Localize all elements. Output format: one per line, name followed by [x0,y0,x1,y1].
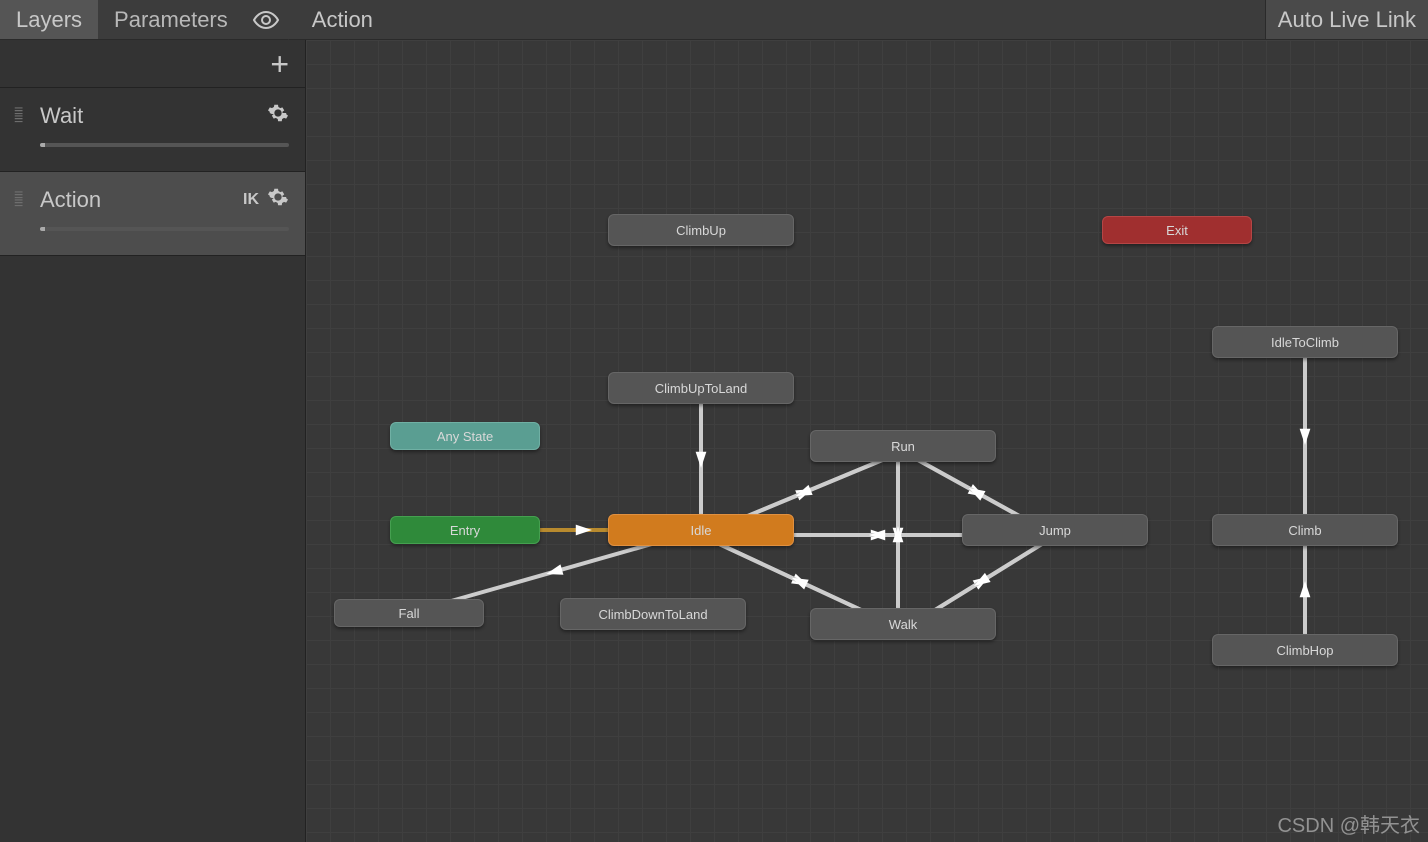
layers-sidebar: + ≡≡ Wait ≡≡ Action IK [0,40,306,842]
state-node-climbup[interactable]: ClimbUp [608,214,794,246]
animator-canvas[interactable]: CSDN @韩天衣 ClimbUp Exit IdleToClimb ClimbUpT… [306,40,1428,842]
gear-icon[interactable] [267,102,289,129]
state-node-fall[interactable]: Fall [334,599,484,627]
layer-body: Action IK [40,186,289,231]
drag-handle-icon[interactable]: ≡≡ [14,108,32,124]
gear-icon[interactable] [267,186,289,213]
watermark: CSDN @韩天衣 [1277,809,1420,838]
tab-layers[interactable]: Layers [0,0,98,39]
state-node-anystate[interactable]: Any State [390,422,540,450]
breadcrumb-current[interactable]: Action [306,0,379,39]
state-node-idle[interactable]: Idle [608,514,794,546]
state-node-climbhop[interactable]: ClimbHop [1212,634,1398,666]
state-node-entry[interactable]: Entry [390,516,540,544]
tab-parameters[interactable]: Parameters [98,0,244,39]
state-node-exit[interactable]: Exit [1102,216,1252,244]
drag-handle-icon[interactable]: ≡≡ [14,192,32,208]
layer-weight-bar[interactable] [40,227,289,231]
add-layer-button[interactable]: + [270,48,289,80]
layer-weight-bar[interactable] [40,143,289,147]
animator-toolbar: Layers Parameters Action Auto Live Link [0,0,1428,40]
layer-item-action[interactable]: ≡≡ Action IK [0,172,305,256]
layer-title: Action [40,187,243,213]
state-node-climbdowntoland[interactable]: ClimbDownToLand [560,598,746,630]
state-node-climbuptoland[interactable]: ClimbUpToLand [608,372,794,404]
ik-badge: IK [243,191,259,209]
state-node-walk[interactable]: Walk [810,608,996,640]
eye-icon [252,10,280,30]
auto-live-link-button[interactable]: Auto Live Link [1265,0,1428,39]
state-node-jump[interactable]: Jump [962,514,1148,546]
state-node-climb[interactable]: Climb [1212,514,1398,546]
layer-title: Wait [40,103,267,129]
visibility-toggle[interactable] [244,0,288,39]
state-node-run[interactable]: Run [810,430,996,462]
toolbar-spacer [379,0,1265,39]
state-node-idletoclimb[interactable]: IdleToClimb [1212,326,1398,358]
breadcrumb-arrow [288,0,302,40]
layer-item-wait[interactable]: ≡≡ Wait [0,88,305,172]
layer-body: Wait [40,102,289,147]
add-layer-row: + [0,40,305,88]
